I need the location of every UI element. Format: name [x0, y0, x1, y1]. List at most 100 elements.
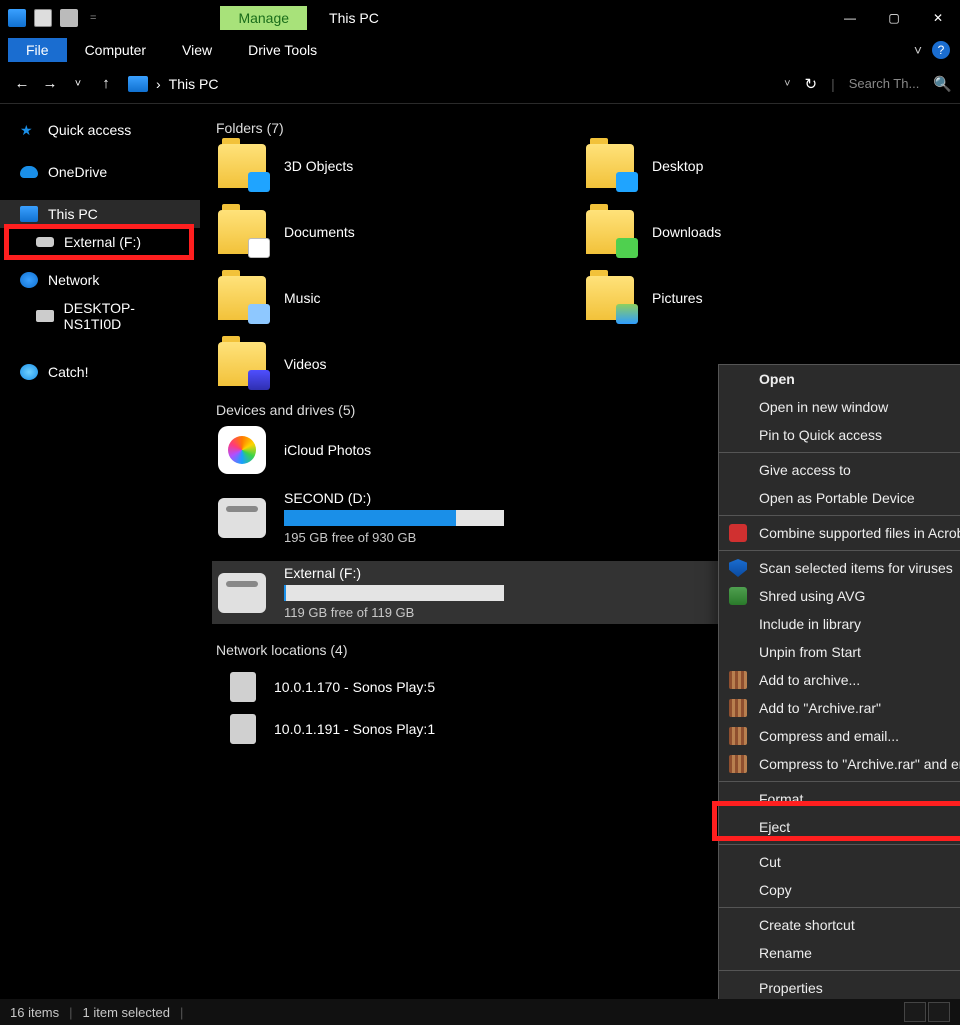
- ctx-separator: [719, 970, 960, 971]
- folder-downloads[interactable]: Downloads: [580, 210, 948, 254]
- view-toggle: [904, 1002, 950, 1022]
- ctx-combine-acrobat[interactable]: Combine supported files in Acrobat...: [719, 519, 960, 547]
- breadcrumb-separator: ›: [156, 76, 161, 92]
- navigation-pane: ★ Quick access OneDrive This PC External…: [0, 104, 200, 999]
- window-controls: — ▢ ✕: [828, 0, 960, 36]
- window-title: This PC: [329, 10, 379, 26]
- ctx-scan-viruses[interactable]: Scan selected items for viruses: [719, 554, 960, 582]
- qat-file-icon[interactable]: [34, 9, 52, 27]
- minimize-button[interactable]: —: [828, 0, 872, 36]
- search-icon[interactable]: 🔍: [933, 75, 952, 93]
- sidebar-quick-access[interactable]: ★ Quick access: [0, 116, 200, 144]
- ctx-add-archive[interactable]: Add to archive...: [719, 666, 960, 694]
- forward-button[interactable]: →: [36, 75, 64, 92]
- folder-3d-objects[interactable]: 3D Objects: [212, 144, 580, 188]
- sidebar-onedrive[interactable]: OneDrive: [0, 158, 200, 186]
- this-pc-icon: [128, 76, 148, 92]
- status-bar: 16 items | 1 item selected |: [0, 999, 960, 1025]
- folder-label: Desktop: [652, 158, 703, 174]
- folder-videos[interactable]: Videos: [212, 342, 580, 386]
- sidebar-label: This PC: [48, 206, 98, 222]
- back-button[interactable]: ←: [8, 75, 36, 92]
- capacity-text: 119 GB free of 119 GB: [284, 605, 504, 620]
- ctx-create-shortcut[interactable]: Create shortcut: [719, 911, 960, 939]
- contextual-tab-manage[interactable]: Manage: [220, 6, 307, 30]
- ctx-cut[interactable]: Cut: [719, 848, 960, 876]
- folder-icon: [586, 210, 634, 254]
- ctx-compress-email[interactable]: Compress and email...: [719, 722, 960, 750]
- qat-dropdown-icon[interactable]: =: [86, 12, 100, 24]
- ctx-give-access[interactable]: Give access to›: [719, 456, 960, 484]
- ctx-format[interactable]: Format...: [719, 785, 960, 813]
- refresh-icon[interactable]: ↻: [805, 75, 818, 93]
- help-icon[interactable]: ?: [932, 41, 950, 59]
- ctx-eject[interactable]: Eject: [719, 813, 960, 841]
- section-folders[interactable]: Folders (7): [216, 120, 948, 136]
- folder-label: Pictures: [652, 290, 703, 306]
- ctx-separator: [719, 550, 960, 551]
- up-button[interactable]: ↑: [92, 75, 120, 92]
- folder-music[interactable]: Music: [212, 276, 580, 320]
- close-button[interactable]: ✕: [916, 0, 960, 36]
- avg-icon: [729, 587, 747, 605]
- ctx-label: Add to "Archive.rar": [759, 700, 881, 716]
- sidebar-network-pc[interactable]: DESKTOP-NS1TI0D: [0, 294, 200, 338]
- breadcrumb-location[interactable]: This PC: [169, 76, 219, 92]
- ctx-label: Give access to: [759, 462, 851, 478]
- ctx-open-new-window[interactable]: Open in new window: [719, 393, 960, 421]
- icons-view-button[interactable]: [928, 1002, 950, 1022]
- ctx-copy[interactable]: Copy: [719, 876, 960, 904]
- status-item-count: 16 items: [10, 1005, 59, 1020]
- tab-view[interactable]: View: [164, 38, 230, 62]
- ctx-unpin-start[interactable]: Unpin from Start: [719, 638, 960, 666]
- folder-pictures[interactable]: Pictures: [580, 276, 948, 320]
- recent-dropdown-icon[interactable]: ˅: [64, 78, 92, 90]
- sidebar-catch[interactable]: Catch!: [0, 358, 200, 386]
- hdd-icon: [218, 573, 266, 613]
- capacity-text: 195 GB free of 930 GB: [284, 530, 504, 545]
- ctx-separator: [719, 781, 960, 782]
- context-menu: Open Open in new window Pin to Quick acc…: [718, 364, 960, 999]
- search-input[interactable]: Search Th...: [849, 76, 920, 91]
- folder-icon: [218, 144, 266, 188]
- details-view-button[interactable]: [904, 1002, 926, 1022]
- device-icon: [230, 714, 256, 744]
- tab-drive-tools[interactable]: Drive Tools: [230, 38, 335, 62]
- ctx-open-portable[interactable]: Open as Portable Device: [719, 484, 960, 512]
- ctx-add-archive-rar[interactable]: Add to "Archive.rar": [719, 694, 960, 722]
- ctx-rename[interactable]: Rename: [719, 939, 960, 967]
- sidebar-label: Quick access: [48, 122, 131, 138]
- ctx-separator: [719, 452, 960, 453]
- folders-grid: 3D Objects Desktop Documents Downloads M…: [212, 144, 948, 386]
- maximize-button[interactable]: ▢: [872, 0, 916, 36]
- tab-computer[interactable]: Computer: [67, 38, 164, 62]
- ctx-shred-avg[interactable]: Shred using AVG: [719, 582, 960, 610]
- sidebar-external-drive[interactable]: External (F:): [0, 228, 200, 256]
- ctx-include-library[interactable]: Include in library›: [719, 610, 960, 638]
- ribbon-collapse-icon[interactable]: ˅: [914, 42, 922, 58]
- folder-desktop[interactable]: Desktop: [580, 144, 948, 188]
- sidebar-this-pc[interactable]: This PC: [0, 200, 200, 228]
- folder-icon: [586, 144, 634, 188]
- ctx-pin-quick-access[interactable]: Pin to Quick access: [719, 421, 960, 449]
- pc-icon: [36, 310, 54, 322]
- sidebar-network[interactable]: Network: [0, 266, 200, 294]
- ctx-open[interactable]: Open: [719, 365, 960, 393]
- sidebar-label: Network: [48, 272, 99, 288]
- ctx-label: Compress to "Archive.rar" and email: [759, 756, 960, 772]
- qat-properties-icon[interactable]: [60, 9, 78, 27]
- ctx-label: Scan selected items for viruses: [759, 560, 953, 576]
- address-dropdown-icon[interactable]: ˅: [784, 78, 790, 90]
- folder-documents[interactable]: Documents: [212, 210, 580, 254]
- ribbon-tabs: File Computer View Drive Tools ˅ ?: [0, 36, 960, 64]
- status-selected-count: 1 item selected: [83, 1005, 170, 1020]
- ctx-properties[interactable]: Properties: [719, 974, 960, 999]
- folder-label: Downloads: [652, 224, 721, 240]
- file-tab[interactable]: File: [8, 38, 67, 62]
- breadcrumb[interactable]: › This PC: [128, 76, 218, 92]
- monitor-icon: [20, 206, 38, 222]
- drive-label: SECOND (D:): [284, 490, 504, 506]
- ctx-compress-rar-email[interactable]: Compress to "Archive.rar" and email: [719, 750, 960, 778]
- archive-icon: [729, 755, 747, 773]
- network-label: 10.0.1.191 - Sonos Play:1: [274, 721, 435, 737]
